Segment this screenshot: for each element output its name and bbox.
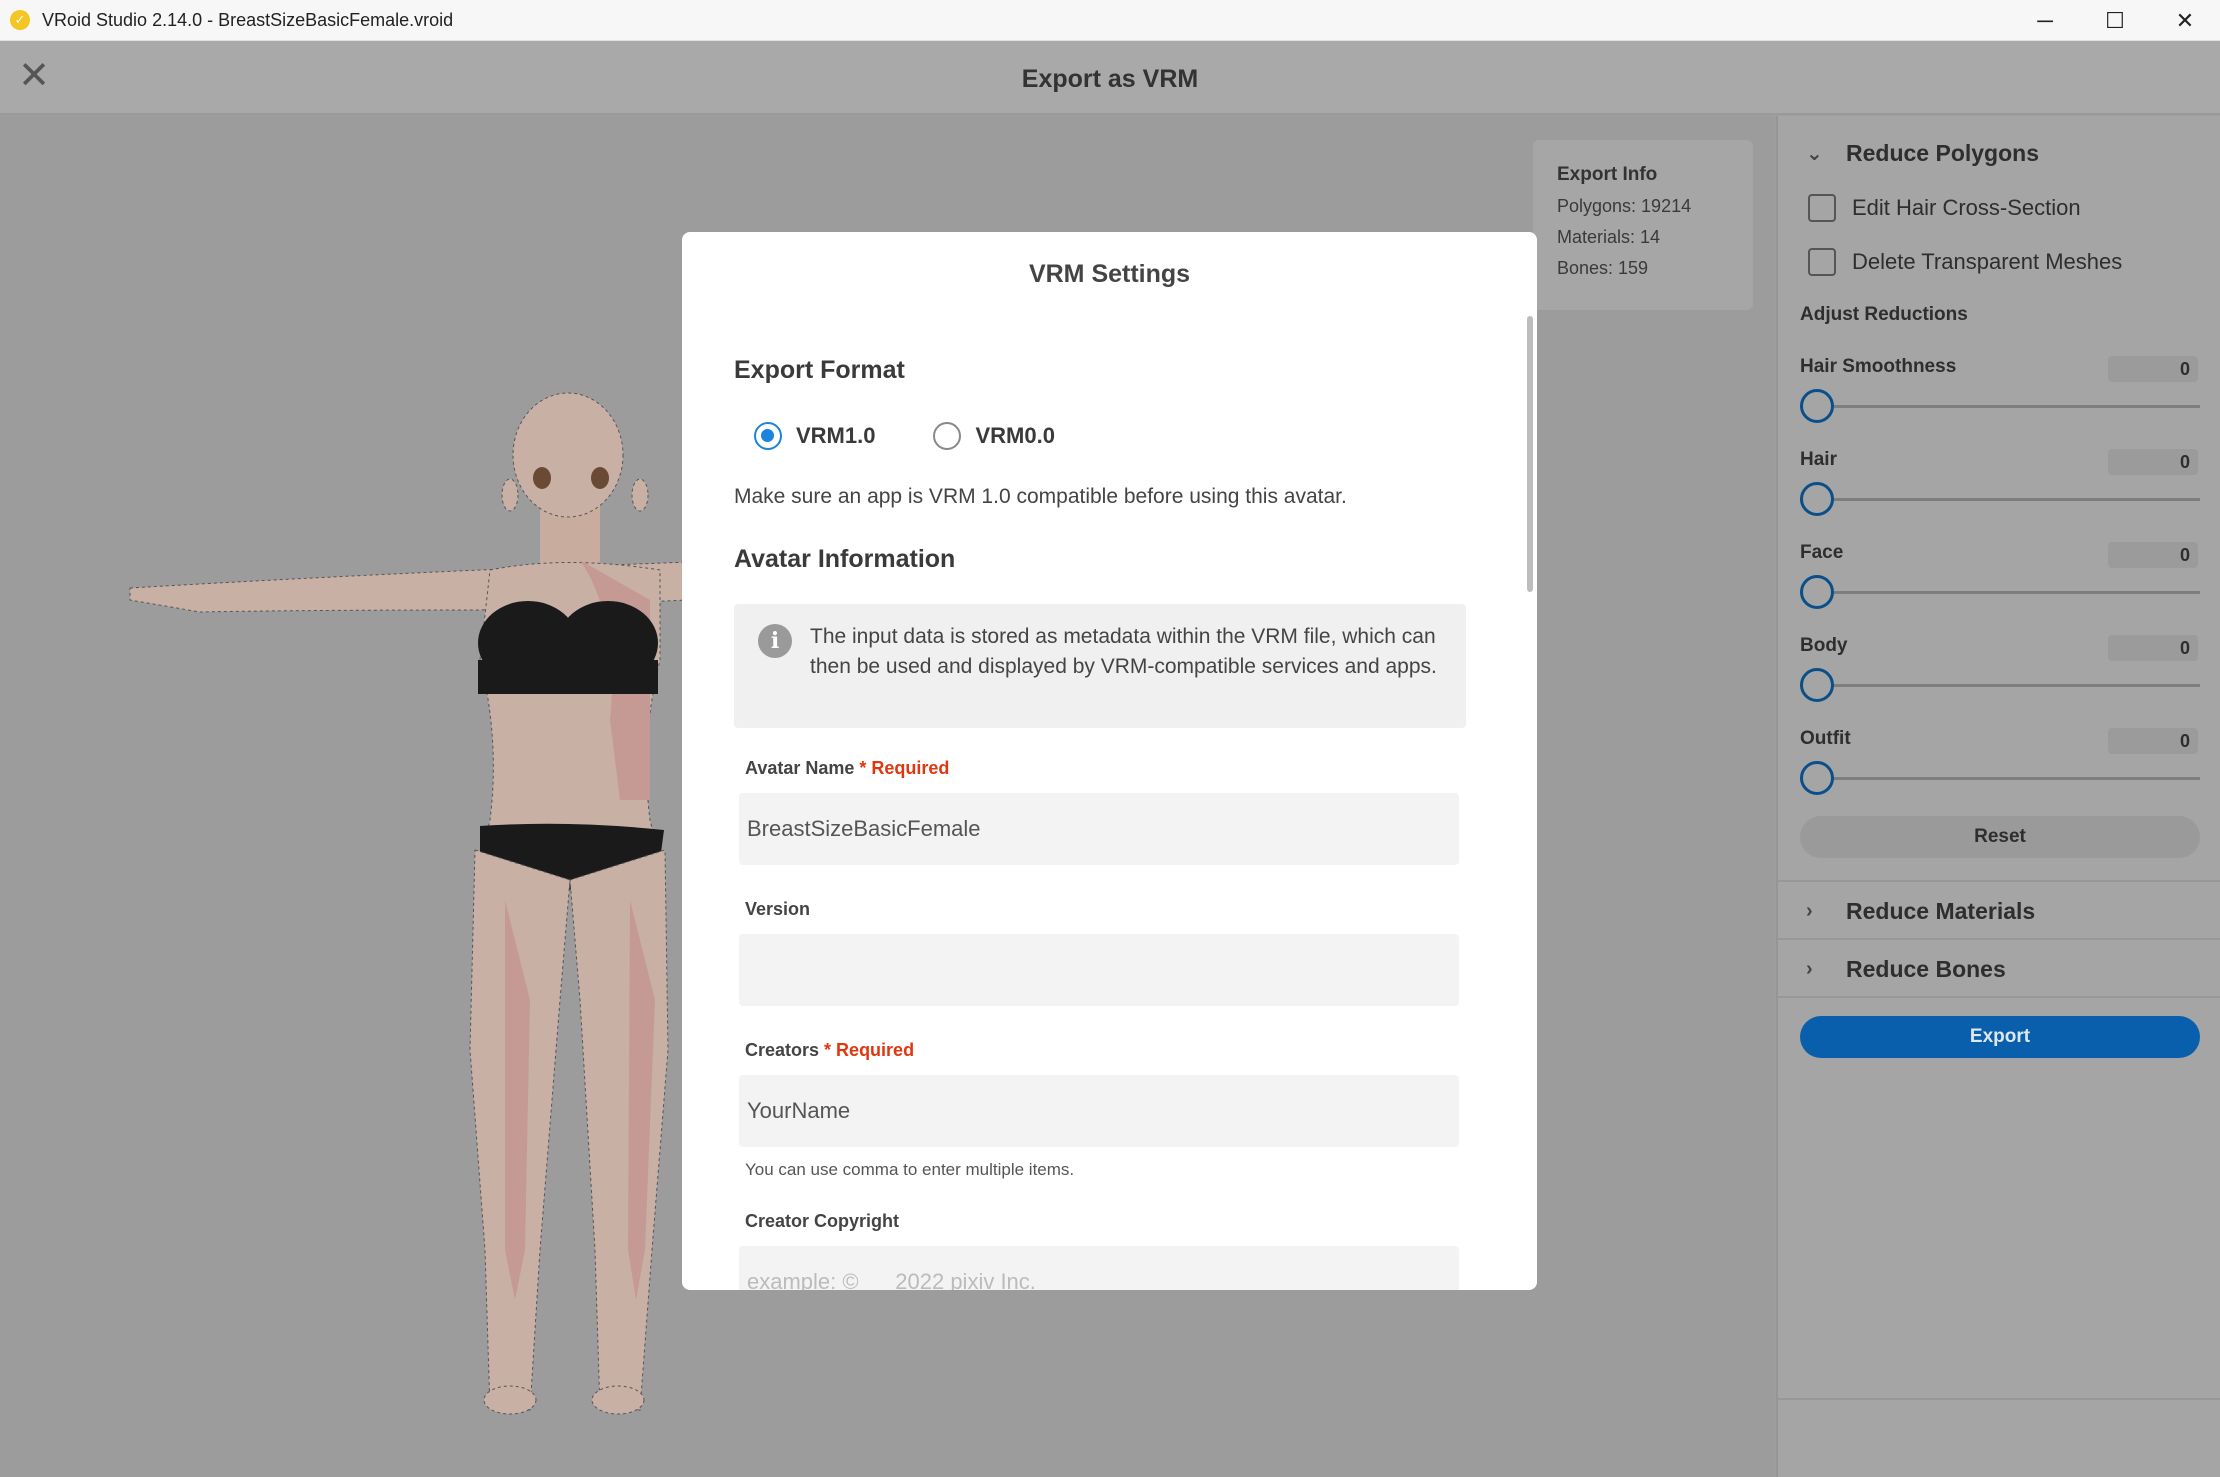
slider-value-hair-smoothness[interactable]: 0 [2108, 356, 2198, 382]
creator-copyright-field[interactable] [739, 1246, 1459, 1290]
slider-track-hair-smoothness[interactable] [1800, 405, 2200, 408]
edit-hair-cross-section-label: Edit Hair Cross-Section [1852, 195, 2081, 220]
creator-copyright-label: Creator Copyright [745, 1211, 900, 1231]
chevron-right-icon: › [1806, 900, 1813, 922]
reduce-materials-header[interactable]: › Reduce Materials [1806, 898, 2035, 925]
delete-transparent-meshes-option[interactable]: Delete Transparent Meshes [1808, 248, 2122, 276]
export-info-box: Export Info Polygons: 19214 Materials: 1… [1533, 140, 1753, 310]
dialog-title: VRM Settings [1028, 260, 1191, 288]
chevron-down-icon: ⌄ [1806, 143, 1823, 165]
slider-value-hair[interactable]: 0 [2108, 449, 2198, 475]
creators-label-text: Creators [745, 1040, 820, 1060]
window-controls: ─ ☐ ✕ [2010, 0, 2220, 41]
dialog-scrollbar[interactable] [1527, 316, 1533, 592]
section-divider [1778, 996, 2220, 998]
slider-label-outfit: Outfit [1800, 728, 1851, 749]
edit-hair-cross-section-option[interactable]: Edit Hair Cross-Section [1808, 194, 2081, 222]
export-info-title: Export Info [1557, 164, 1658, 185]
maximize-button[interactable]: ☐ [2080, 0, 2150, 41]
slider-label-hair-smoothness: Hair Smoothness [1800, 356, 1957, 377]
polygons-count: Polygons: 19214 [1557, 196, 1692, 216]
version-field[interactable] [739, 934, 1459, 1006]
delete-transparent-meshes-checkbox[interactable] [1808, 248, 1836, 276]
creators-label: Creators * Required [745, 1040, 914, 1061]
slider-label-hair: Hair [1800, 449, 1837, 470]
slider-knob-hair[interactable] [1800, 482, 1834, 516]
slider-track-hair[interactable] [1800, 498, 2200, 501]
vrm00-radio[interactable] [933, 422, 962, 450]
required-mark: * Required [824, 1040, 915, 1060]
section-divider [1778, 938, 2220, 940]
slider-value-body[interactable]: 0 [2108, 635, 2198, 661]
slider-knob-hair-smoothness[interactable] [1800, 389, 1834, 423]
adjust-reductions-label: Adjust Reductions [1800, 304, 1968, 325]
vrm10-label[interactable]: VRM1.0 [796, 423, 875, 449]
slider-track-outfit[interactable] [1800, 777, 2200, 780]
bones-count: Bones: 159 [1557, 258, 1649, 278]
version-label: Version [745, 899, 811, 919]
slider-track-face[interactable] [1800, 591, 2200, 594]
vrm10-radio[interactable] [754, 422, 782, 450]
settings-panel: ⌄ Reduce Polygons Edit Hair Cross-Sectio… [1776, 116, 2220, 1477]
slider-label-body: Body [1800, 635, 1848, 656]
avatar-name-label: Avatar Name * Required [745, 758, 949, 779]
slider-value-face[interactable]: 0 [2108, 542, 2198, 568]
window-title: VRoid Studio 2.14.0 - BreastSizeBasicFem… [42, 9, 454, 30]
reduce-polygons-label: Reduce Polygons [1846, 140, 2039, 166]
export-format-heading: Export Format [734, 356, 905, 384]
vrm00-label[interactable]: VRM0.0 [975, 423, 1054, 449]
page-title: Export as VRM [1021, 65, 1199, 93]
required-mark: * Required [859, 758, 950, 778]
slider-track-body[interactable] [1800, 684, 2200, 687]
slider-knob-outfit[interactable] [1800, 761, 1834, 795]
edit-hair-cross-section-checkbox[interactable] [1808, 194, 1836, 222]
reduce-bones-header[interactable]: › Reduce Bones [1806, 956, 2006, 983]
slider-knob-body[interactable] [1800, 668, 1834, 702]
section-divider [1778, 1398, 2220, 1400]
materials-count: Materials: 14 [1557, 227, 1661, 247]
slider-value-outfit[interactable]: 0 [2108, 728, 2198, 754]
info-icon: i [758, 624, 792, 658]
export-format-options: VRM1.0 VRM0.0 [754, 422, 1055, 450]
avatar-information-heading: Avatar Information [734, 545, 956, 573]
close-window-button[interactable]: ✕ [2150, 0, 2220, 41]
delete-transparent-meshes-label: Delete Transparent Meshes [1852, 249, 2123, 274]
vrm-settings-dialog: VRM Settings Export Format VRM1.0 VRM0.0… [682, 232, 1537, 1290]
reduce-polygons-header[interactable]: ⌄ Reduce Polygons [1806, 140, 2039, 167]
info-text: The input data is stored as metadata wit… [810, 625, 1437, 678]
avatar-name-label-text: Avatar Name [745, 758, 855, 778]
slider-knob-face[interactable] [1800, 575, 1834, 609]
minimize-button[interactable]: ─ [2010, 0, 2080, 41]
export-button[interactable]: Export [1800, 1016, 2200, 1058]
creators-help-text: You can use comma to enter multiple item… [745, 1160, 1075, 1179]
info-box: i The input data is stored as metadata w… [734, 604, 1466, 728]
avatar-name-field[interactable] [739, 793, 1459, 865]
page-header: ✕ Export as VRM [0, 41, 2220, 115]
slider-label-face: Face [1800, 542, 1844, 563]
vroid-logo-icon: ✓ [10, 10, 30, 30]
reduce-materials-label: Reduce Materials [1846, 898, 2036, 924]
creators-field[interactable] [739, 1075, 1459, 1147]
reduce-bones-label: Reduce Bones [1846, 956, 2006, 982]
reset-button[interactable]: Reset [1800, 816, 2200, 858]
compatibility-note: Make sure an app is VRM 1.0 compatible b… [734, 485, 1347, 508]
section-divider [1778, 880, 2220, 882]
chevron-right-icon: › [1806, 958, 1813, 980]
title-bar: ✓ VRoid Studio 2.14.0 - BreastSizeBasicF… [0, 0, 2220, 41]
